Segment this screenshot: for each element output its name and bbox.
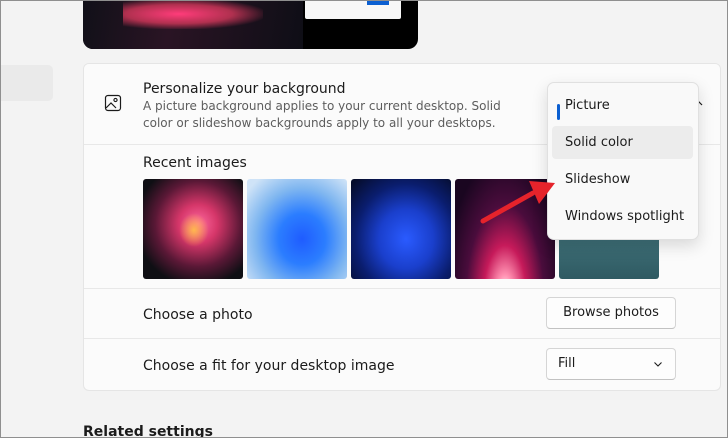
divider [84, 338, 720, 339]
personalize-background-title: Personalize your background [143, 81, 346, 97]
desktop-preview [83, 1, 418, 49]
recent-image-thumbnail[interactable] [143, 179, 243, 279]
dropdown-option-solid-color[interactable]: Solid color [552, 126, 693, 159]
dropdown-option-label: Solid color [565, 135, 633, 150]
dropdown-option-windows-spotlight[interactable]: Windows spotlight [552, 200, 693, 233]
related-settings-heading: Related settings [83, 424, 213, 438]
preview-window [305, 1, 401, 19]
picture-icon [104, 94, 122, 112]
dropdown-option-label: Slideshow [565, 172, 631, 187]
dropdown-option-slideshow[interactable]: Slideshow [552, 163, 693, 196]
selection-indicator [557, 104, 560, 120]
choose-fit-label: Choose a fit for your desktop image [143, 358, 395, 374]
fit-select-value: Fill [558, 356, 576, 371]
preview-window-accent [367, 1, 389, 5]
recent-images-label: Recent images [143, 155, 247, 171]
choose-photo-label: Choose a photo [143, 307, 253, 323]
annotation-arrow-icon [480, 181, 555, 224]
settings-window: Personalize your background A picture ba… [0, 0, 728, 438]
recent-image-thumbnail[interactable] [351, 179, 451, 279]
dropdown-option-picture[interactable]: Picture [552, 89, 693, 122]
browse-photos-button[interactable]: Browse photos [546, 297, 676, 329]
preview-wallpaper-shape [123, 1, 263, 29]
recent-image-thumbnail[interactable] [247, 179, 347, 279]
dropdown-option-label: Picture [565, 98, 610, 113]
chevron-down-icon [654, 362, 662, 367]
preview-wallpaper [83, 1, 303, 49]
sidebar-selected-item[interactable] [1, 65, 53, 101]
divider [84, 288, 720, 289]
personalize-background-description: A picture background applies to your cur… [143, 99, 501, 130]
dropdown-option-label: Windows spotlight [565, 209, 685, 224]
fit-select[interactable]: Fill [546, 348, 676, 380]
